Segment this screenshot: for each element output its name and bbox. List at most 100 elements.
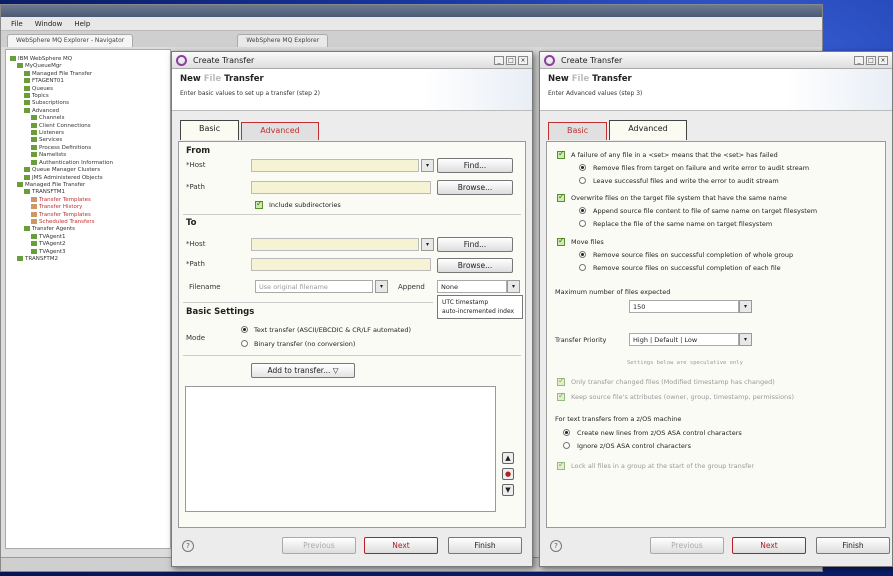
failure-leave-radio[interactable]: [579, 177, 586, 184]
include-subdirs-checkbox[interactable]: [255, 199, 263, 209]
append-option-utc[interactable]: UTC timestamp: [442, 298, 518, 307]
to-find-button[interactable]: Find...: [437, 237, 513, 252]
tree-item[interactable]: Services: [10, 137, 166, 144]
tree-item[interactable]: Transfer Templates: [10, 211, 166, 219]
tree-item[interactable]: Channels: [10, 115, 166, 122]
transfer-list[interactable]: [185, 386, 496, 512]
tree-item[interactable]: Subscriptions: [10, 100, 166, 107]
tree-item[interactable]: Queues: [10, 85, 166, 93]
tab-basic[interactable]: Basic: [180, 120, 240, 140]
tree-item[interactable]: Queue Manager Clusters: [10, 167, 166, 174]
to-host-dropdown-icon[interactable]: ▾: [421, 238, 434, 251]
max-files-dropdown-icon[interactable]: ▾: [739, 300, 752, 313]
tree-item[interactable]: TVAgent1: [10, 233, 166, 241]
overwrite-replace-radio[interactable]: [579, 220, 586, 227]
tree-item[interactable]: TRANSFTM2: [10, 255, 166, 263]
folder-icon: [31, 159, 37, 165]
append-select[interactable]: None: [437, 280, 507, 293]
tab-advanced[interactable]: Advanced: [241, 122, 319, 140]
mode-binary-radio[interactable]: [241, 340, 248, 347]
tree-item-label: TVAgent1: [39, 233, 66, 240]
help-icon[interactable]: ?: [182, 540, 194, 552]
zos-create-radio[interactable]: [563, 429, 570, 436]
tree-item[interactable]: MyQueueMgr: [10, 63, 166, 70]
from-find-button[interactable]: Find...: [437, 158, 513, 173]
menu-help[interactable]: Help: [74, 20, 90, 28]
minimize-icon[interactable]: _: [494, 55, 504, 65]
finish-button[interactable]: Finish: [448, 537, 522, 554]
tree-item[interactable]: FTAGENT01: [10, 78, 166, 85]
tree-item[interactable]: Authentication Information: [10, 159, 166, 167]
move-down-icon[interactable]: ▼: [502, 484, 514, 496]
append-dropdown-icon[interactable]: ▾: [507, 280, 520, 293]
to-path-label: *Path: [186, 260, 205, 268]
move-files-checkbox[interactable]: [557, 236, 565, 246]
from-path-input[interactable]: [251, 181, 431, 194]
tree-item[interactable]: JMS Administered Objects: [10, 174, 166, 182]
minimize-icon[interactable]: _: [854, 55, 864, 65]
tab-basic[interactable]: Basic: [548, 122, 608, 140]
tree-item[interactable]: Transfer History: [10, 204, 166, 211]
zos-ignore-radio[interactable]: [563, 442, 570, 449]
tree-item[interactable]: Managed File Transfer: [10, 70, 166, 78]
from-browse-button[interactable]: Browse...: [437, 180, 513, 195]
finish-button[interactable]: Finish: [816, 537, 890, 554]
close-icon[interactable]: ×: [518, 55, 528, 65]
tree-item[interactable]: Transfer Agents: [10, 226, 166, 233]
tree-item[interactable]: Managed File Transfer: [10, 181, 166, 189]
tree-item[interactable]: Scheduled Transfers: [10, 218, 166, 226]
tree-item[interactable]: Process Definitions: [10, 144, 166, 152]
folder-icon: [24, 174, 30, 180]
tab-navigator[interactable]: WebSphere MQ Explorer - Navigator: [7, 34, 134, 47]
menu-window[interactable]: Window: [35, 20, 63, 28]
zos-label: For text transfers from a z/OS machine: [555, 415, 682, 423]
tab-explorer[interactable]: WebSphere MQ Explorer: [237, 34, 329, 47]
from-host-dropdown-icon[interactable]: ▾: [421, 159, 434, 172]
add-to-transfer-button[interactable]: Add to transfer... ▽: [251, 363, 355, 378]
from-host-input[interactable]: [251, 159, 419, 172]
close-icon[interactable]: ×: [878, 55, 888, 65]
tab-advanced[interactable]: Advanced: [609, 120, 687, 140]
priority-select[interactable]: High | Default | Low: [629, 333, 739, 346]
from-host-label: *Host: [186, 161, 206, 169]
tree-item[interactable]: Listeners: [10, 130, 166, 137]
tree-item[interactable]: TRANSFTM1: [10, 189, 166, 196]
failure-checkbox[interactable]: [557, 149, 565, 159]
tree-item[interactable]: Topics: [10, 93, 166, 100]
tree-item[interactable]: Namelists: [10, 152, 166, 159]
move-group-radio[interactable]: [579, 251, 586, 258]
only-changed-checkbox[interactable]: [557, 376, 565, 386]
maximize-icon[interactable]: □: [866, 55, 876, 65]
tree-item[interactable]: TVAgent2: [10, 241, 166, 248]
lock-files-checkbox[interactable]: [557, 460, 565, 470]
next-button[interactable]: Next: [732, 537, 806, 554]
tree-item[interactable]: Advanced: [10, 107, 166, 115]
tree-item[interactable]: Transfer Templates: [10, 196, 166, 204]
priority-dropdown-icon[interactable]: ▾: [739, 333, 752, 346]
remove-icon[interactable]: ●: [502, 468, 514, 480]
tree-item[interactable]: TVAgent3: [10, 248, 166, 256]
to-browse-button[interactable]: Browse...: [437, 258, 513, 273]
previous-button[interactable]: Previous: [282, 537, 356, 554]
failure-remove-radio[interactable]: [579, 164, 586, 171]
to-path-input[interactable]: [251, 258, 431, 271]
menu-file[interactable]: File: [11, 20, 23, 28]
overwrite-checkbox[interactable]: [557, 192, 565, 202]
move-each-radio[interactable]: [579, 264, 586, 271]
help-icon[interactable]: ?: [550, 540, 562, 552]
tree-item-label: Scheduled Transfers: [39, 218, 95, 225]
next-button[interactable]: Next: [364, 537, 438, 554]
mode-text-radio[interactable]: [241, 326, 248, 333]
max-files-input[interactable]: 150: [629, 300, 739, 313]
overwrite-append-radio[interactable]: [579, 207, 586, 214]
keep-attrs-checkbox[interactable]: [557, 391, 565, 401]
previous-button[interactable]: Previous: [650, 537, 724, 554]
tree-item[interactable]: Client Connections: [10, 122, 166, 130]
maximize-icon[interactable]: □: [506, 55, 516, 65]
filename-select[interactable]: Use original filename: [255, 280, 373, 293]
to-host-input[interactable]: [251, 238, 419, 251]
append-option-index[interactable]: auto-incremented index: [442, 307, 518, 316]
move-up-icon[interactable]: ▲: [502, 452, 514, 464]
tree-item[interactable]: IBM WebSphere MQ: [10, 56, 166, 63]
filename-dropdown-icon[interactable]: ▾: [375, 280, 388, 293]
